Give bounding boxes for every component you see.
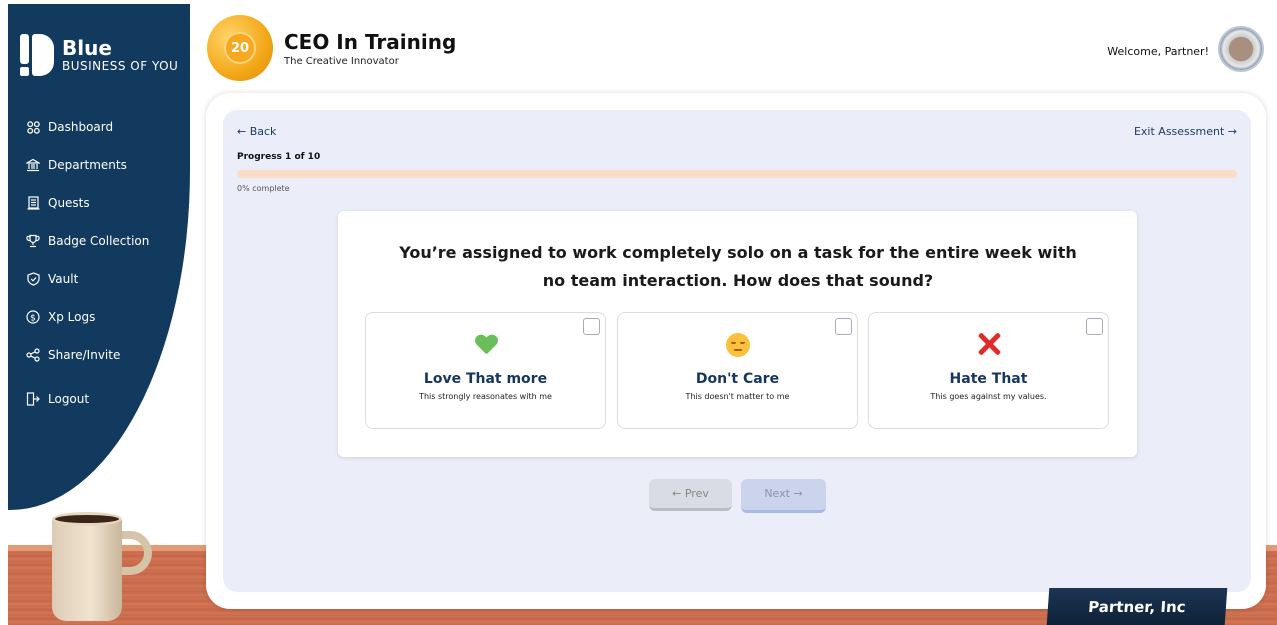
logout-icon (26, 392, 40, 406)
sidebar-item-label: Quests (48, 196, 90, 210)
brand-logo[interactable]: Blue BUSINESS OF YOU (20, 34, 178, 76)
pensive-face-icon (725, 333, 750, 357)
sidebar-item-label: Badge Collection (48, 234, 150, 248)
next-button[interactable]: Next → (741, 479, 826, 513)
sidebar-item-quests[interactable]: Quests (26, 184, 149, 222)
option-checkbox[interactable] (1086, 318, 1103, 335)
option-description: This doesn't matter to me (685, 392, 790, 401)
coffee-mug (52, 517, 122, 621)
option-hate-that[interactable]: Hate That This goes against my values. (868, 312, 1109, 429)
grid-icon (26, 120, 40, 134)
sidebar-item-label: Xp Logs (48, 310, 96, 324)
option-title: Love That more (423, 371, 548, 387)
sidebar-item-label: Vault (48, 272, 79, 286)
coffee-mug-top (52, 512, 122, 526)
sidebar-item-xp-logs[interactable]: $ Xp Logs (26, 298, 149, 336)
sidebar-item-label: Departments (48, 158, 127, 172)
red-cross-icon (976, 331, 1002, 357)
brand-tagline: BUSINESS OF YOU (62, 59, 179, 73)
sidebar-nav: Dashboard Departments Quests Badge Colle… (26, 108, 149, 418)
shield-icon (26, 272, 40, 286)
svg-text:$: $ (30, 313, 36, 323)
level-coin: 20 (207, 15, 273, 81)
scroll-icon (26, 196, 40, 210)
sidebar-item-badge-collection[interactable]: Badge Collection (26, 222, 149, 260)
option-title: Hate That (949, 371, 1028, 387)
sidebar: Blue BUSINESS OF YOU Dashboard Departmen… (8, 4, 190, 510)
sidebar-item-departments[interactable]: Departments (26, 146, 149, 184)
option-description: This goes against my values. (930, 392, 1047, 401)
rank-title: CEO In Training (284, 30, 457, 54)
share-icon (26, 348, 40, 362)
option-checkbox[interactable] (583, 318, 600, 335)
sidebar-item-label: Logout (48, 392, 90, 406)
brand-name: Blue (62, 36, 112, 60)
sidebar-item-logout[interactable]: Logout (26, 380, 149, 418)
option-checkbox[interactable] (835, 318, 852, 335)
rank-block: CEO In Training The Creative Innovator (284, 32, 456, 67)
logo-icon (20, 34, 54, 76)
option-description: This strongly reasonates with me (419, 392, 552, 401)
question-text: You’re assigned to work completely solo … (399, 243, 1077, 290)
sidebar-item-vault[interactable]: Vault (26, 260, 149, 298)
question-card: You’re assigned to work completely solo … (338, 211, 1137, 457)
back-link[interactable]: ← Back (237, 125, 276, 138)
option-dont-care[interactable]: Don't Care This doesn't matter to me (617, 312, 858, 429)
bank-icon (26, 158, 40, 172)
sidebar-item-dashboard[interactable]: Dashboard (26, 108, 149, 146)
green-heart-icon (475, 335, 497, 355)
rank-subtitle: The Creative Innovator (284, 56, 399, 67)
option-love-that[interactable]: Love That more This strongly reasonates … (365, 312, 606, 429)
trophy-icon (26, 234, 40, 248)
sidebar-item-label: Dashboard (48, 120, 114, 134)
welcome-text: Welcome, Partner! (1107, 45, 1209, 58)
sidebar-item-label: Share/Invite (48, 348, 121, 362)
progress-bar (237, 170, 1237, 178)
avatar[interactable] (1218, 26, 1264, 72)
option-title: Don't Care (695, 371, 780, 387)
dollar-circle-icon: $ (26, 310, 40, 324)
level-number: 20 (224, 32, 256, 64)
sidebar-item-share-invite[interactable]: Share/Invite (26, 336, 149, 374)
nameplate: Partner, Inc (1046, 588, 1228, 625)
progress-percent: 0% complete (237, 184, 290, 193)
exit-assessment-link[interactable]: Exit Assessment → (1134, 125, 1237, 138)
progress-label: Progress 1 of 10 (237, 152, 321, 162)
prev-button[interactable]: ← Prev (649, 479, 732, 511)
